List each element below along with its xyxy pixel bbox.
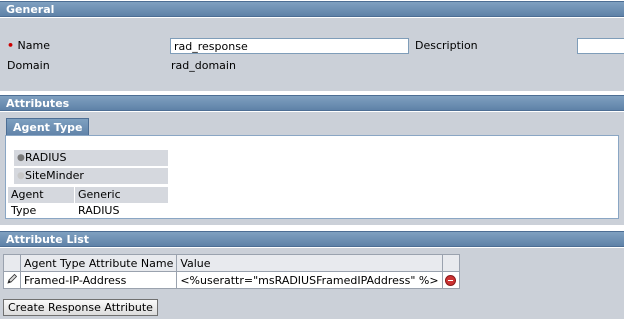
tab-strip bbox=[5, 120, 619, 135]
attribute-name-cell: Framed-IP-Address bbox=[19, 271, 178, 289]
radio-selected-icon[interactable]: ● bbox=[17, 150, 25, 166]
remove-cell[interactable] bbox=[441, 271, 460, 289]
pencil-icon[interactable] bbox=[6, 273, 18, 285]
domain-value: rad_domain bbox=[171, 59, 236, 72]
general-section-header: General bbox=[0, 1, 624, 17]
name-input[interactable] bbox=[170, 38, 409, 54]
attribute-value-cell: <%userattr="msRADIUSFramedIPAddress" %> bbox=[176, 271, 443, 289]
radio-label-siteminder: SiteMinder bbox=[25, 169, 84, 182]
description-input[interactable] bbox=[577, 38, 624, 54]
agent-type-label: Agent Type bbox=[8, 187, 74, 217]
attributes-header-text: Attributes bbox=[6, 97, 70, 110]
required-marker: • bbox=[7, 39, 15, 52]
minus-circle-icon[interactable] bbox=[445, 275, 457, 286]
radio-label-radius: RADIUS bbox=[25, 151, 67, 164]
name-label-text: Name bbox=[17, 39, 50, 52]
column-header-attribute-name: Agent Type Attribute Name bbox=[19, 254, 178, 272]
attribute-table-header-row: Agent Type Attribute Name Value bbox=[3, 254, 460, 272]
domain-label: Domain bbox=[7, 59, 50, 72]
agent-type-tab-content: ●RADIUS ●SiteMinder Agent Type Generic R… bbox=[5, 135, 619, 219]
name-label: • Name bbox=[7, 39, 50, 52]
table-row: Framed-IP-Address <%userattr="msRADIUSFr… bbox=[3, 271, 460, 289]
description-label: Description bbox=[415, 39, 478, 52]
edit-column-header bbox=[3, 254, 21, 272]
general-header-text: General bbox=[6, 3, 55, 16]
attribute-table: Agent Type Attribute Name Value Framed-I… bbox=[3, 254, 460, 289]
radio-option-siteminder[interactable]: ●SiteMinder bbox=[14, 168, 168, 184]
attribute-list-section-header: Attribute List bbox=[0, 231, 624, 247]
attribute-list-header-text: Attribute List bbox=[6, 233, 90, 246]
edit-cell[interactable] bbox=[3, 271, 21, 289]
attributes-section-header: Attributes bbox=[0, 95, 624, 111]
radio-unselected-icon[interactable]: ● bbox=[17, 168, 25, 184]
agent-type-value: Generic RADIUS bbox=[74, 187, 168, 217]
tab-agent-type[interactable]: Agent Type bbox=[6, 118, 90, 136]
general-panel: • Name Description Domain rad_domain bbox=[0, 18, 624, 91]
create-response-attribute-button[interactable]: Create Response Attribute bbox=[3, 299, 158, 316]
radio-option-radius[interactable]: ●RADIUS bbox=[14, 150, 168, 166]
column-header-value: Value bbox=[176, 254, 443, 272]
remove-column-header bbox=[441, 254, 460, 272]
